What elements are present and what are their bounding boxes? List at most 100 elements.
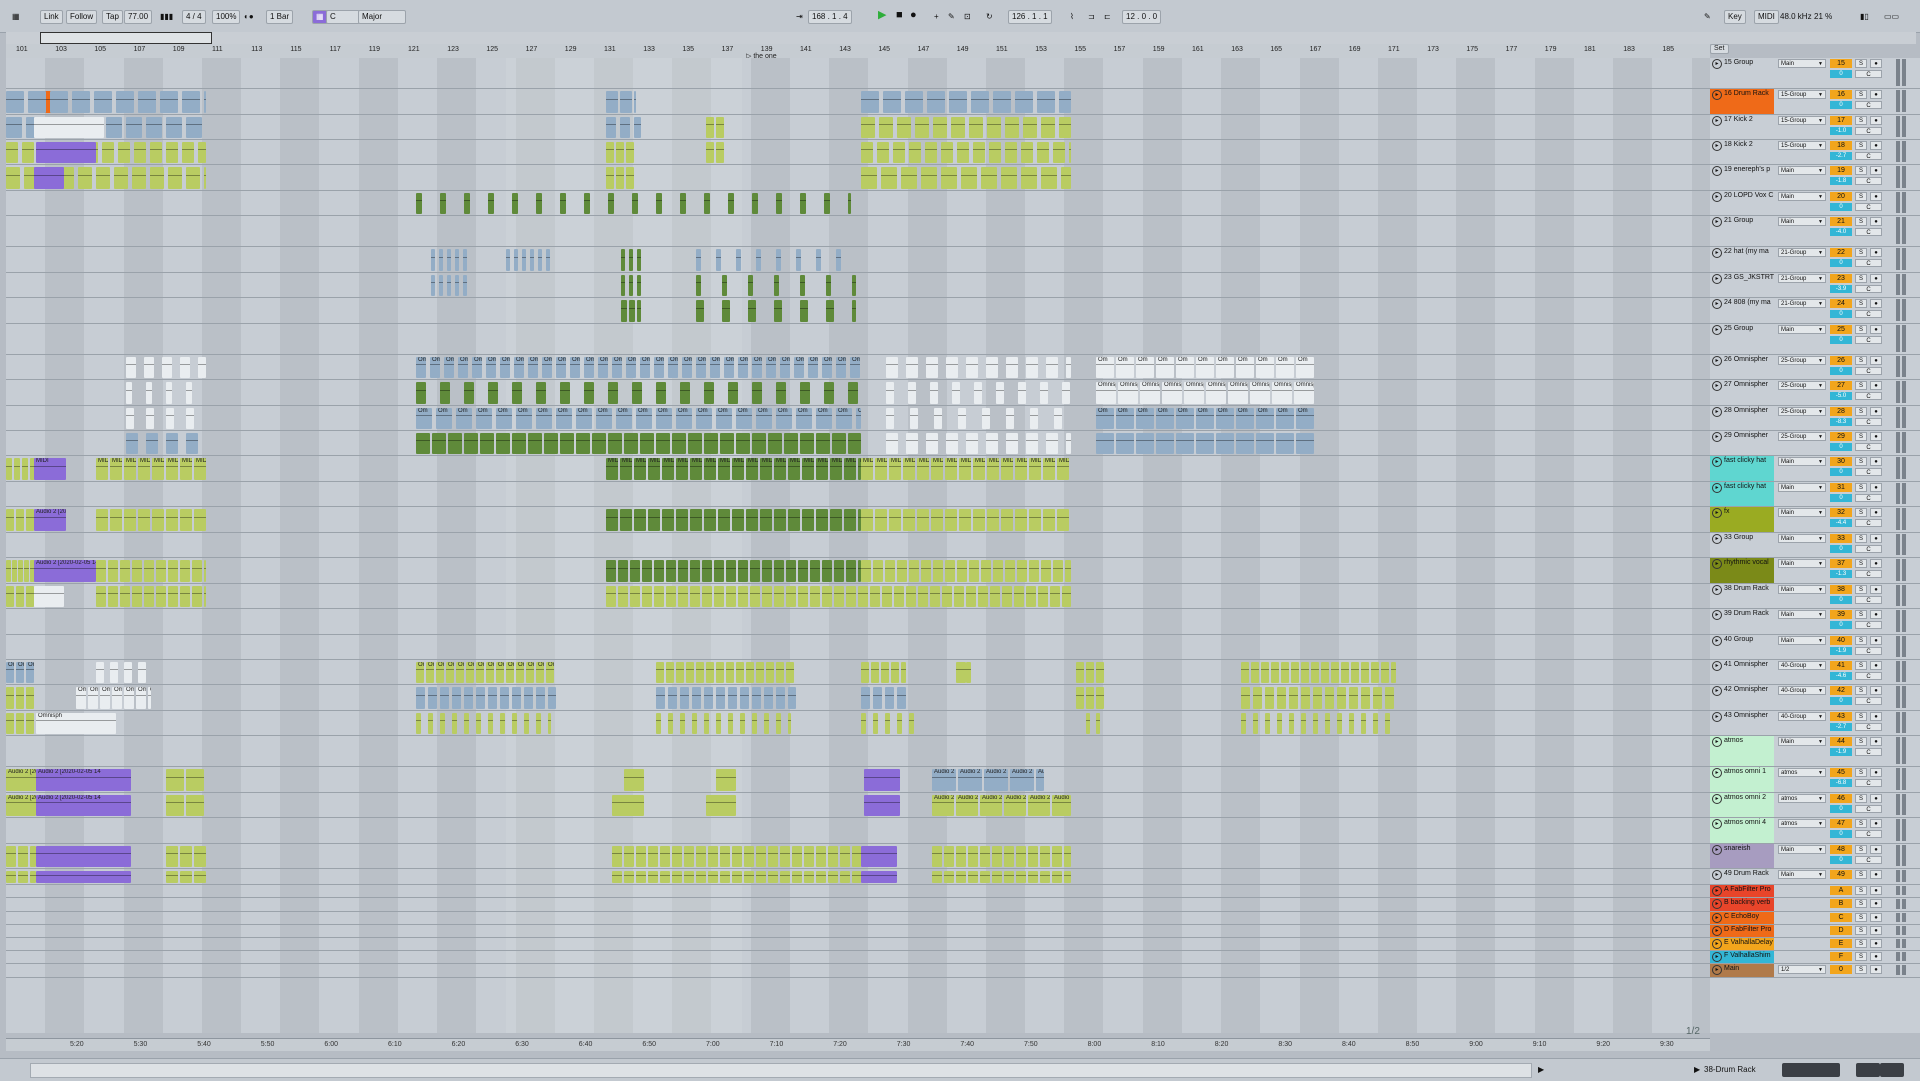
track-lane[interactable] <box>6 191 1710 216</box>
clip[interactable]: Om <box>416 662 424 683</box>
clip[interactable] <box>897 713 902 734</box>
clip[interactable] <box>822 586 832 607</box>
clip[interactable]: Om <box>1216 357 1234 378</box>
arm-button[interactable]: ● <box>1870 90 1882 99</box>
track-header[interactable]: ▸39 Drum RackMain39S●0C <box>1710 609 1920 635</box>
clip[interactable] <box>971 91 989 113</box>
output-routing-select[interactable]: 21-Group <box>1778 274 1826 284</box>
volume-field[interactable]: -8.3 <box>1830 418 1852 426</box>
clip[interactable] <box>180 846 192 867</box>
track-name[interactable]: ▸ atmos omni 1 <box>1710 767 1774 792</box>
clip[interactable] <box>488 713 493 734</box>
clip[interactable] <box>1040 871 1050 883</box>
track-activator-button[interactable]: 43 <box>1830 712 1852 721</box>
track-lane[interactable] <box>6 793 1710 818</box>
solo-button[interactable]: S <box>1855 217 1867 226</box>
clip[interactable] <box>906 586 916 607</box>
pan-field[interactable]: C <box>1855 228 1882 236</box>
volume-field[interactable]: 0 <box>1830 805 1852 813</box>
loop-icon[interactable]: ↻ <box>982 10 997 24</box>
clip[interactable] <box>1301 662 1309 683</box>
clip[interactable] <box>993 560 1003 582</box>
clip[interactable]: Om <box>1096 357 1114 378</box>
clip[interactable]: Om <box>676 408 692 429</box>
clip[interactable] <box>1053 560 1063 582</box>
solo-button[interactable]: S <box>1855 952 1867 961</box>
clip[interactable] <box>548 713 551 734</box>
clip[interactable] <box>654 560 664 582</box>
track-fold-icon[interactable]: ▸ <box>1712 686 1722 696</box>
zoom-field[interactable]: 100% <box>212 10 241 24</box>
pan-field[interactable]: C <box>1855 570 1882 578</box>
track-activator-button[interactable]: 31 <box>1830 483 1852 492</box>
clip[interactable] <box>1256 433 1274 454</box>
clip[interactable] <box>198 357 206 378</box>
clip[interactable] <box>431 249 435 271</box>
clip[interactable] <box>981 560 991 582</box>
clip[interactable] <box>680 193 686 214</box>
clip[interactable] <box>464 433 478 454</box>
clip[interactable] <box>632 382 642 404</box>
clip[interactable] <box>956 846 966 867</box>
track-fold-icon[interactable]: ▸ <box>1712 610 1722 620</box>
clip[interactable] <box>22 142 34 163</box>
clip[interactable] <box>114 167 128 189</box>
track-activator-button[interactable]: 17 <box>1830 116 1852 125</box>
volume-field[interactable]: 0 <box>1830 367 1852 375</box>
track-activator-button[interactable]: 27 <box>1830 381 1852 390</box>
clip[interactable]: Om <box>536 662 544 683</box>
pan-field[interactable]: C <box>1855 805 1882 813</box>
track-activator-button[interactable]: A <box>1830 886 1852 895</box>
clip[interactable] <box>464 713 469 734</box>
clip[interactable] <box>1015 509 1027 531</box>
clip[interactable] <box>560 382 570 404</box>
clip[interactable] <box>966 357 978 378</box>
clip[interactable]: Om <box>752 357 762 378</box>
clip[interactable]: Audio 2 [2020-02-05 14 <box>932 795 954 816</box>
clip[interactable] <box>883 91 901 113</box>
clip[interactable] <box>36 871 131 883</box>
clip[interactable] <box>1005 560 1015 582</box>
volume-field[interactable]: 0 <box>1830 494 1852 502</box>
clip[interactable] <box>108 586 118 607</box>
clip[interactable] <box>24 560 29 582</box>
clip[interactable]: Omnisph <box>1140 382 1160 404</box>
clip[interactable] <box>180 357 190 378</box>
track-header[interactable]: ▸Main1/20S● <box>1710 964 1920 978</box>
track-name[interactable]: ▸ A FabFilter Pro <box>1710 885 1774 897</box>
clip[interactable] <box>830 509 842 531</box>
clip[interactable]: Om <box>836 408 852 429</box>
clip[interactable]: MIDI <box>662 458 674 480</box>
clip[interactable] <box>776 713 781 734</box>
clip[interactable] <box>748 300 756 322</box>
clip[interactable] <box>514 249 518 271</box>
clip[interactable] <box>428 687 437 709</box>
clip[interactable] <box>166 142 178 163</box>
clip[interactable] <box>828 871 838 883</box>
track-header[interactable]: ▸fast clicky hatMain30S●0C <box>1710 456 1920 482</box>
output-routing-select[interactable]: Main <box>1778 534 1826 544</box>
clip[interactable] <box>822 560 832 582</box>
track-fold-icon[interactable]: ▸ <box>1712 166 1722 176</box>
pan-field[interactable]: C <box>1855 70 1882 78</box>
clip[interactable]: Om <box>148 687 151 709</box>
solo-button[interactable]: S <box>1855 90 1867 99</box>
clip[interactable] <box>973 142 985 163</box>
clip[interactable] <box>941 142 953 163</box>
clip[interactable] <box>861 142 873 163</box>
clip[interactable] <box>776 249 781 271</box>
clip[interactable] <box>146 408 154 429</box>
clip[interactable] <box>672 871 682 883</box>
clip[interactable] <box>816 846 826 867</box>
arm-button[interactable]: ● <box>1870 356 1882 365</box>
track-lane[interactable] <box>6 885 1710 898</box>
clip[interactable] <box>736 662 744 683</box>
volume-field[interactable]: 0 <box>1830 545 1852 553</box>
clip[interactable] <box>804 846 814 867</box>
pan-field[interactable]: C <box>1855 545 1882 553</box>
track-header[interactable]: ▸25 GroupMain25S●0C <box>1710 324 1920 355</box>
clip[interactable] <box>166 433 178 454</box>
pan-field[interactable]: C <box>1855 621 1882 629</box>
volume-field[interactable]: -1.3 <box>1830 570 1852 578</box>
clip[interactable] <box>1041 167 1057 189</box>
